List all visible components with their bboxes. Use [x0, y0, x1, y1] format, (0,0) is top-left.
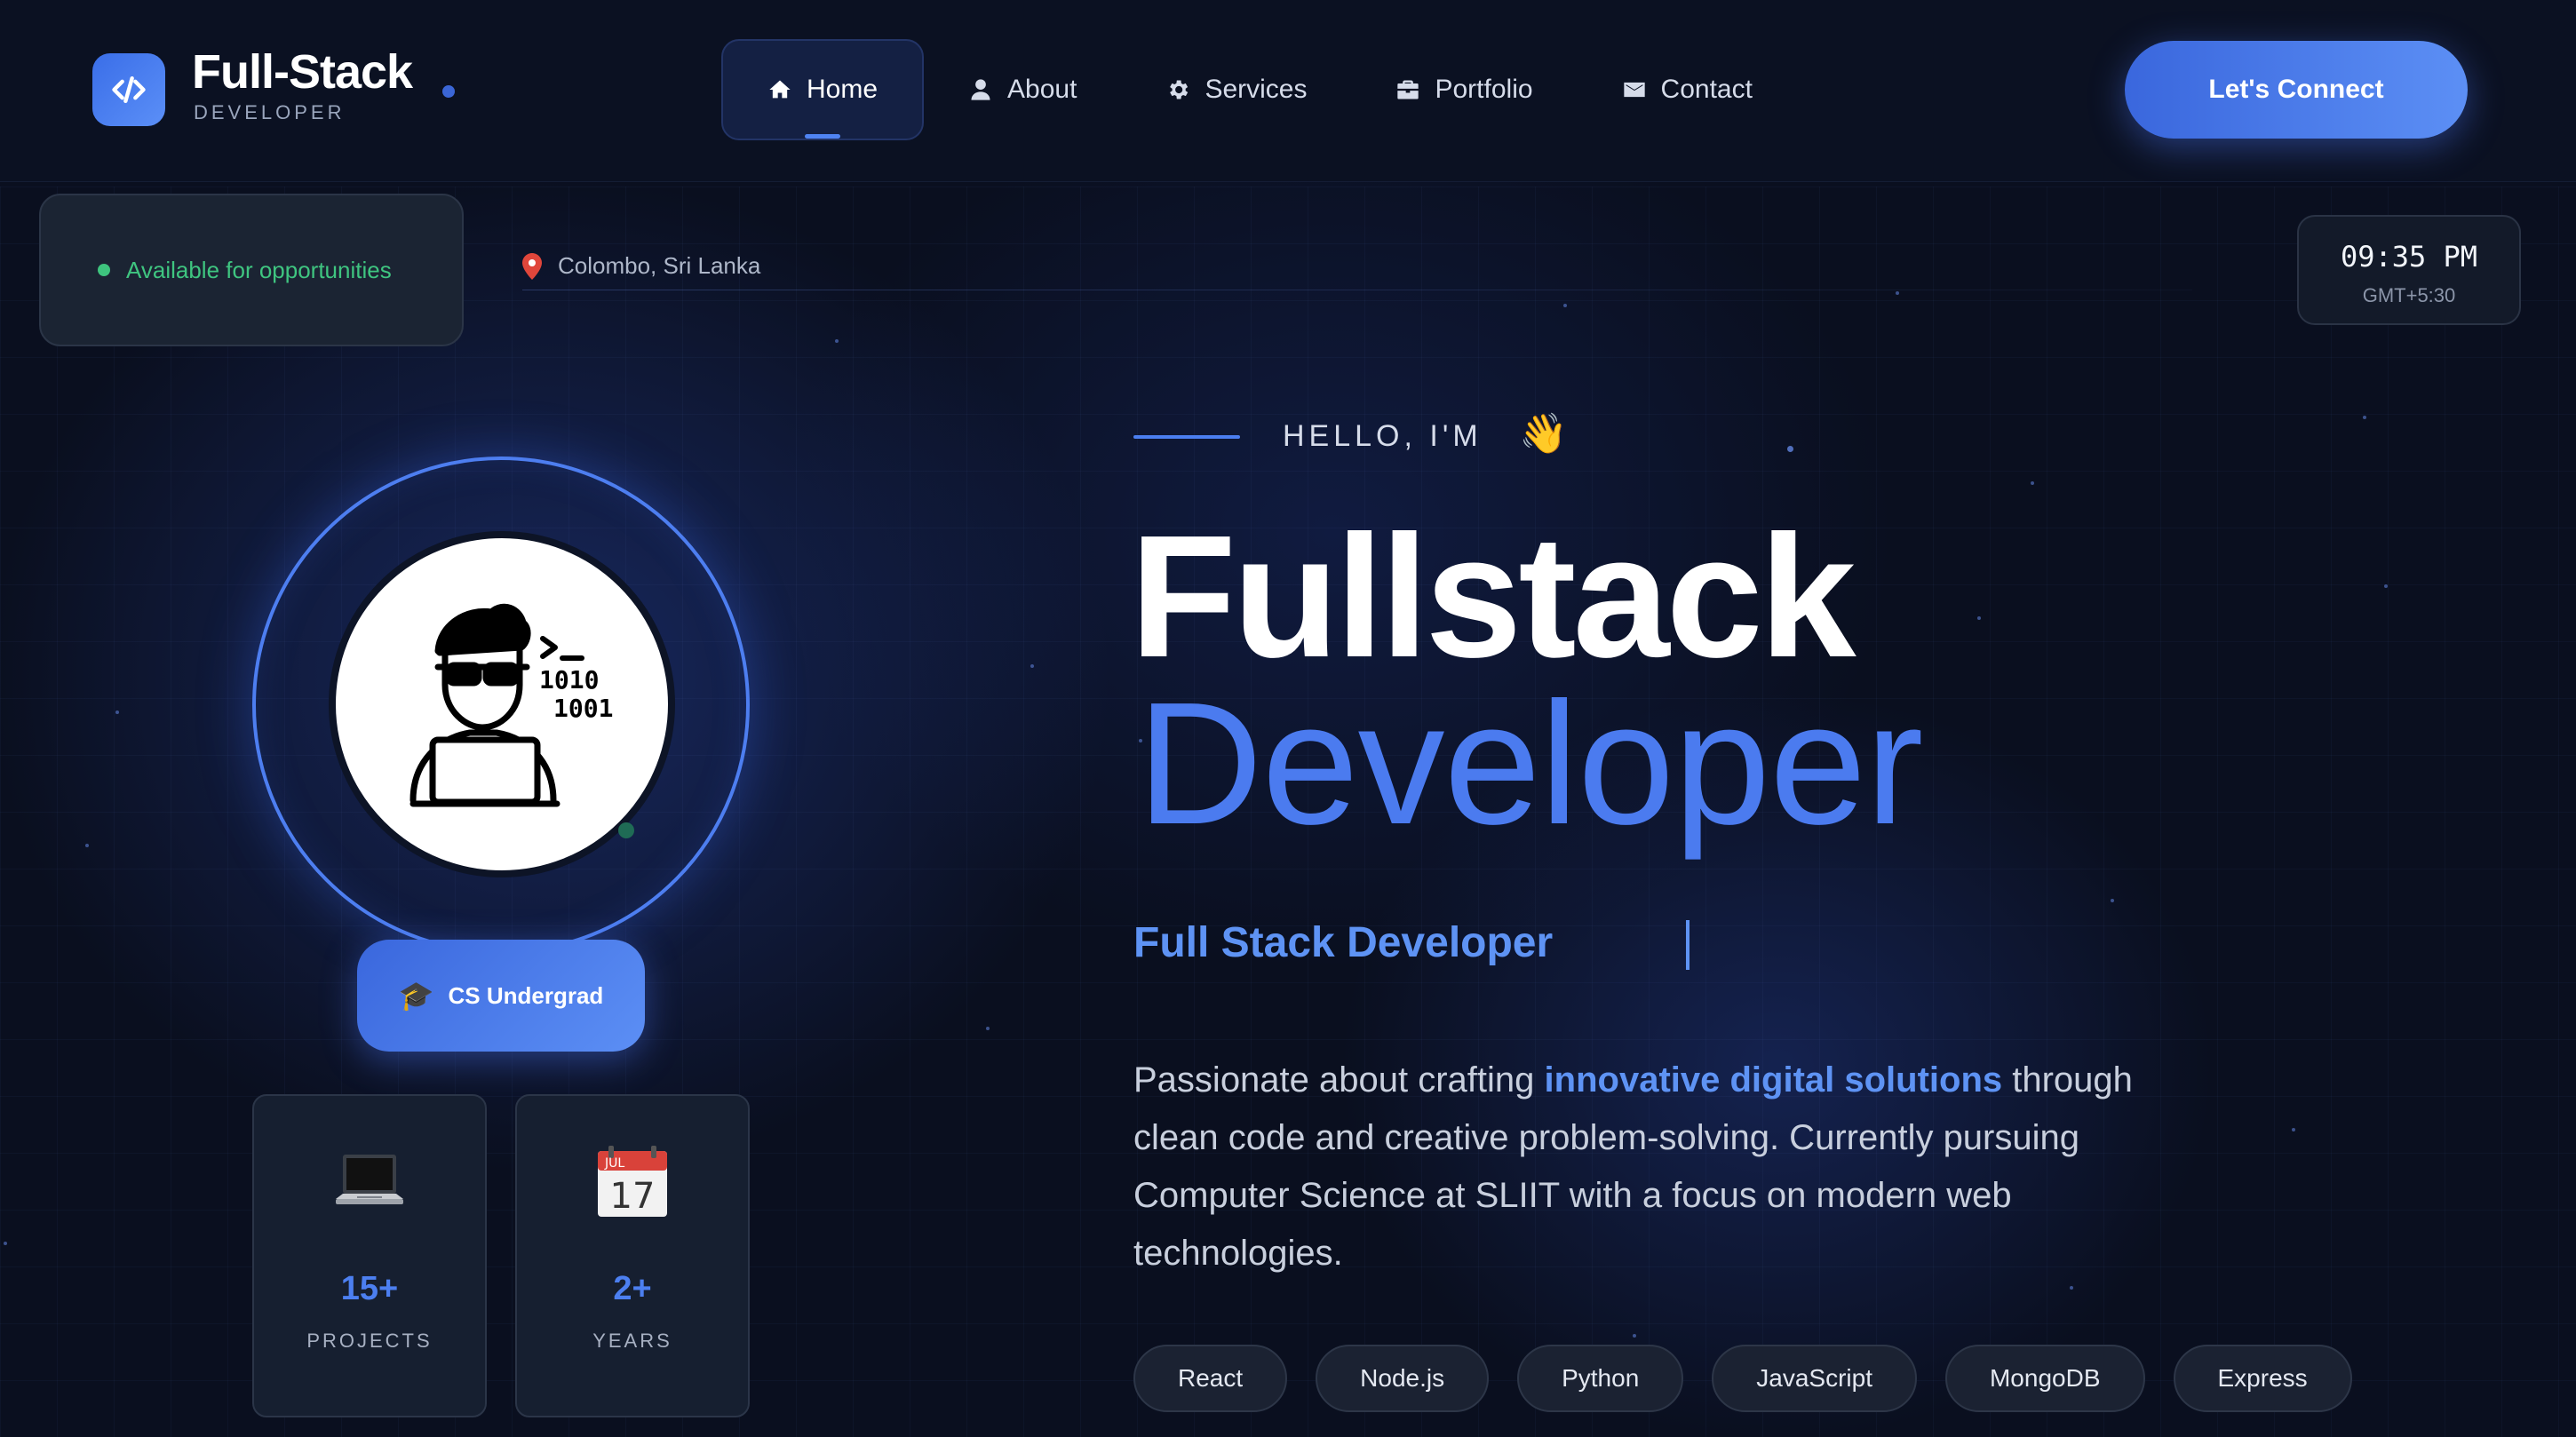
user-icon	[971, 79, 990, 100]
stat-value: 15+	[340, 1270, 399, 1307]
star	[115, 711, 119, 714]
skill-tag-express[interactable]: Express	[2173, 1345, 2352, 1412]
clock-timezone: GMT+5:30	[2362, 284, 2456, 306]
site-header: Full-Stack DEVELOPER Home About Services…	[0, 0, 2576, 182]
star	[2111, 899, 2114, 902]
skill-tag-nodejs[interactable]: Node.js	[1316, 1345, 1490, 1412]
stat-label: PROJECTS	[306, 1330, 433, 1352]
briefcase-icon	[1397, 80, 1419, 99]
star	[986, 1027, 990, 1030]
calendar-day: 17	[610, 1176, 656, 1217]
nav-item-about[interactable]: About	[924, 39, 1121, 140]
graduation-cap-icon: 🎓	[398, 980, 434, 1012]
nav-item-contact[interactable]: Contact	[1578, 39, 1797, 140]
description-highlight: innovative digital solutions	[1544, 1060, 2003, 1100]
cs-undergrad-badge[interactable]: 🎓 CS Undergrad	[357, 940, 645, 1052]
brand-dot	[442, 85, 455, 98]
star	[1787, 446, 1793, 452]
svg-text:1001: 1001	[553, 694, 613, 723]
star	[4, 1242, 7, 1245]
availability-text: Available for opportunities	[126, 256, 392, 283]
star	[85, 844, 89, 847]
star	[835, 339, 839, 343]
greeting: HELLO, I'M	[1283, 419, 1483, 453]
skill-tag-python[interactable]: Python	[1517, 1345, 1684, 1412]
home-icon	[769, 80, 791, 99]
star	[1977, 616, 1981, 620]
calendar-month: JUL	[604, 1156, 624, 1171]
lets-connect-button[interactable]: Let's Connect	[2125, 41, 2468, 139]
nav-item-portfolio[interactable]: Portfolio	[1351, 39, 1577, 140]
map-pin-icon	[522, 252, 542, 280]
nav-item-home[interactable]: Home	[721, 39, 925, 140]
star	[2363, 416, 2366, 419]
star	[2031, 481, 2034, 485]
hero-title-line2: Developer	[1137, 666, 1923, 861]
star	[1030, 664, 1034, 668]
skill-tag-mongodb[interactable]: MongoDB	[1944, 1345, 2145, 1412]
brand-title[interactable]: Full-Stack	[192, 44, 413, 99]
hero-description: Passionate about crafting innovative dig…	[1133, 1052, 2164, 1282]
star	[1633, 1334, 1636, 1338]
clock-time: 09:35 PM	[2340, 240, 2478, 274]
clock-widget: 09:35 PM GMT+5:30	[2297, 215, 2521, 325]
online-indicator	[618, 822, 634, 838]
star	[1563, 304, 1567, 307]
wave-icon: 👋	[1519, 412, 1568, 456]
svg-text:1010: 1010	[539, 665, 599, 695]
skill-tag-react[interactable]: React	[1133, 1345, 1288, 1412]
gear-icon	[1170, 80, 1189, 99]
availability-card: Available for opportunities	[39, 194, 464, 346]
star	[2070, 1286, 2073, 1290]
nav-item-label: Home	[807, 75, 879, 104]
typed-role: Full Stack Developer	[1133, 919, 1554, 966]
nav-item-label: About	[1007, 75, 1077, 104]
nav-item-label: Services	[1205, 75, 1308, 104]
envelope-icon	[1623, 82, 1645, 98]
laptop-icon	[254, 1142, 485, 1222]
typing-caret	[1686, 920, 1690, 970]
stat-card-years: JUL 17 2+ YEARS	[515, 1094, 750, 1417]
location: Colombo, Sri Lanka	[522, 252, 760, 280]
star	[2384, 584, 2388, 588]
stat-card-projects: 15+ PROJECTS	[252, 1094, 487, 1417]
calendar-icon: JUL 17	[517, 1142, 748, 1222]
description-text: Passionate about crafting	[1133, 1060, 1545, 1100]
accent-line	[1133, 435, 1240, 439]
status-dot	[98, 264, 110, 276]
nav-item-label: Contact	[1660, 75, 1753, 104]
skill-tags: React Node.js Python JavaScript MongoDB …	[1133, 1345, 2352, 1412]
skill-tag-javascript[interactable]: JavaScript	[1712, 1345, 1917, 1412]
code-logo-icon[interactable]	[92, 53, 165, 126]
star	[2292, 1128, 2295, 1131]
badge-label: CS Undergrad	[448, 981, 604, 1009]
hero-title-line1: Fullstack	[1130, 499, 1856, 694]
star	[1896, 291, 1899, 295]
brand-subtitle: DEVELOPER	[194, 101, 346, 123]
main-nav: Home About Services Portfolio Contact	[721, 39, 1797, 140]
nav-item-label: Portfolio	[1435, 75, 1533, 104]
developer-avatar-icon: 1010 1001	[409, 603, 613, 807]
nav-item-services[interactable]: Services	[1121, 39, 1351, 140]
stat-label: YEARS	[592, 1330, 672, 1352]
location-text: Colombo, Sri Lanka	[558, 252, 761, 279]
stat-value: 2+	[613, 1270, 652, 1307]
